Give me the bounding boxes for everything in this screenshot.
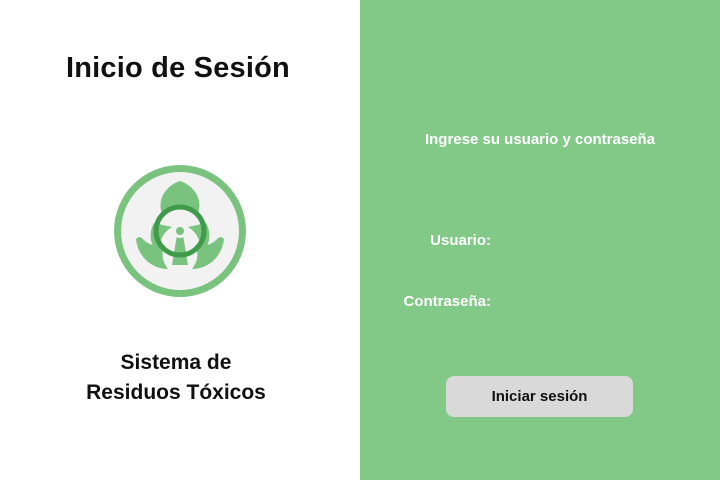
login-button[interactable]: Iniciar sesión <box>446 376 633 417</box>
system-name-line2: Residuos Tóxicos <box>86 381 266 404</box>
password-label: Contraseña: <box>403 293 491 310</box>
username-input[interactable] <box>500 229 680 253</box>
system-name-line1: Sistema de <box>120 351 232 374</box>
system-name: Sistema de Residuos Tóxicos <box>0 348 352 408</box>
form-instructions: Ingrese su usuario y contraseña <box>424 131 656 148</box>
biohazard-icon <box>114 165 246 297</box>
username-label: Usuario: <box>430 232 491 249</box>
page-title: Inicio de Sesión <box>66 52 290 84</box>
password-input[interactable] <box>500 290 680 314</box>
